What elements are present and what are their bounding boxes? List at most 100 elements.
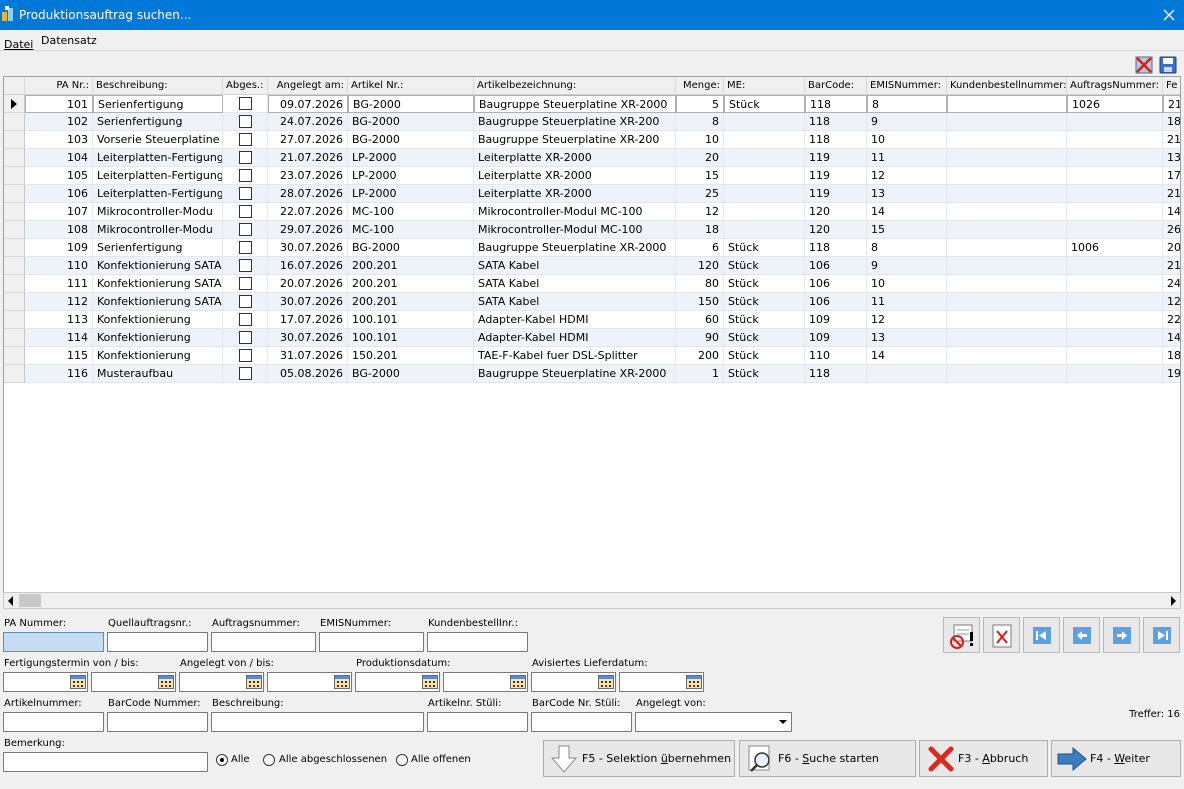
table-row[interactable]: 111 Konfektionierung SATA 20.07.2026 200.20… bbox=[4, 275, 1180, 293]
calendar-icon[interactable] bbox=[158, 675, 174, 689]
col-kundenbestellnummer[interactable]: Kundenbestellnummer: bbox=[947, 77, 1067, 95]
barcode-nummer-input[interactable] bbox=[107, 712, 208, 732]
calendar-icon[interactable] bbox=[598, 675, 614, 689]
abges-checkbox[interactable] bbox=[239, 115, 252, 128]
scroll-right-icon[interactable] bbox=[1171, 596, 1176, 606]
calendar-icon[interactable] bbox=[334, 675, 350, 689]
calendar-icon[interactable] bbox=[422, 675, 438, 689]
table-row[interactable]: 112 Konfektionierung SATA 30.07.2026 200.20… bbox=[4, 293, 1180, 311]
calendar-icon[interactable] bbox=[510, 675, 526, 689]
bemerkung-input[interactable] bbox=[3, 752, 208, 772]
menu-record[interactable]: Datensatz bbox=[41, 34, 97, 47]
cell-chk[interactable] bbox=[223, 275, 268, 293]
results-grid[interactable]: PA Nr.: Beschreibung: Abges.: Angelegt a… bbox=[3, 76, 1181, 609]
table-row[interactable]: 115 Konfektionierung 31.07.2026 150.201 TAE-… bbox=[4, 347, 1180, 365]
abges-checkbox[interactable] bbox=[239, 259, 252, 272]
row-header[interactable] bbox=[4, 113, 25, 131]
abges-checkbox[interactable] bbox=[239, 151, 252, 164]
cell-chk[interactable] bbox=[223, 149, 268, 167]
abges-checkbox[interactable] bbox=[239, 187, 252, 200]
col-artikelbezeichnung[interactable]: Artikelbezeichnung: bbox=[474, 77, 676, 95]
abges-checkbox[interactable] bbox=[239, 241, 252, 254]
row-header[interactable] bbox=[4, 203, 25, 221]
abges-checkbox[interactable] bbox=[239, 205, 252, 218]
apply-selection-button[interactable]: F5 - Selektion übernehmen bbox=[543, 740, 735, 777]
row-header[interactable] bbox=[4, 311, 25, 329]
artikelnummer-input[interactable] bbox=[3, 712, 104, 732]
abges-checkbox[interactable] bbox=[239, 367, 252, 380]
table-row[interactable]: 103 Vorserie Steuerplatine 27.07.2026 BG-20… bbox=[4, 131, 1180, 149]
row-header[interactable] bbox=[4, 131, 25, 149]
row-header[interactable] bbox=[4, 167, 25, 185]
cell-chk[interactable] bbox=[223, 203, 268, 221]
row-header[interactable] bbox=[4, 185, 25, 203]
table-row[interactable]: 107 Mikrocontroller-Modu 22.07.2026 MC-100 M… bbox=[4, 203, 1180, 221]
cell-chk[interactable] bbox=[223, 131, 268, 149]
cell-chk[interactable] bbox=[223, 257, 268, 275]
scroll-thumb[interactable] bbox=[19, 594, 41, 607]
table-row[interactable]: 110 Konfektionierung SATA 16.07.2026 200.20… bbox=[4, 257, 1180, 275]
kundenbestell-input[interactable] bbox=[427, 632, 528, 652]
close-icon[interactable] bbox=[1154, 0, 1184, 30]
row-header[interactable] bbox=[4, 257, 25, 275]
abges-checkbox[interactable] bbox=[239, 313, 252, 326]
cell-chk[interactable] bbox=[223, 365, 268, 383]
next-record-button[interactable] bbox=[1103, 617, 1140, 653]
previous-record-button[interactable] bbox=[1063, 617, 1100, 653]
cell-chk[interactable] bbox=[223, 311, 268, 329]
abges-checkbox[interactable] bbox=[239, 169, 252, 182]
table-row[interactable]: 104 Leiterplatten-Fertigung 21.07.2026 LP-2… bbox=[4, 149, 1180, 167]
row-header[interactable] bbox=[4, 95, 25, 113]
col-menge[interactable]: Menge: bbox=[676, 77, 724, 95]
col-artikel-nr[interactable]: Artikel Nr.: bbox=[348, 77, 474, 95]
emisnummer-input[interactable] bbox=[319, 632, 424, 652]
angelegt-von-select[interactable] bbox=[635, 712, 792, 732]
abges-checkbox[interactable] bbox=[239, 349, 252, 362]
cell-chk[interactable] bbox=[223, 329, 268, 347]
auftragsnummer-input[interactable] bbox=[211, 632, 316, 652]
clear-filter-button[interactable] bbox=[943, 617, 980, 653]
quellauftrag-input[interactable] bbox=[107, 632, 208, 652]
delete-record-icon[interactable] bbox=[1135, 56, 1153, 74]
abges-checkbox[interactable] bbox=[239, 331, 252, 344]
table-row[interactable]: 116 Musteraufbau 05.08.2026 BG-2000 Baugrupp… bbox=[4, 365, 1180, 383]
cell-chk[interactable] bbox=[223, 293, 268, 311]
cell-chk[interactable] bbox=[223, 185, 268, 203]
col-barcode[interactable]: BarCode: bbox=[805, 77, 867, 95]
table-row[interactable]: 101 Serienfertigung 09.07.2026 BG-2000 Baugr… bbox=[4, 95, 1180, 113]
row-header[interactable] bbox=[4, 347, 25, 365]
table-row[interactable]: 108 Mikrocontroller-Modu 29.07.2026 MC-100 M… bbox=[4, 221, 1180, 239]
row-header[interactable] bbox=[4, 329, 25, 347]
row-header[interactable] bbox=[4, 239, 25, 257]
chevron-down-icon[interactable] bbox=[775, 713, 791, 731]
row-header[interactable] bbox=[4, 365, 25, 383]
table-row[interactable]: 105 Leiterplatten-Fertigung 23.07.2026 LP-2… bbox=[4, 167, 1180, 185]
artikelnr-stueli-input[interactable] bbox=[427, 712, 528, 732]
horizontal-scrollbar[interactable] bbox=[3, 592, 1181, 609]
row-header[interactable] bbox=[4, 275, 25, 293]
row-header[interactable] bbox=[4, 221, 25, 239]
table-row[interactable]: 106 Leiterplatten-Fertigung 28.07.2026 LP-2… bbox=[4, 185, 1180, 203]
calendar-icon[interactable] bbox=[686, 675, 702, 689]
last-record-button[interactable] bbox=[1143, 617, 1180, 653]
barcode-stueli-input[interactable] bbox=[531, 712, 632, 732]
abges-checkbox[interactable] bbox=[239, 277, 252, 290]
calendar-icon[interactable] bbox=[246, 675, 262, 689]
row-header[interactable] bbox=[4, 149, 25, 167]
table-row[interactable]: 114 Konfektionierung 30.07.2026 100.101 Adap… bbox=[4, 329, 1180, 347]
delete-filter-button[interactable] bbox=[983, 617, 1020, 653]
table-row[interactable]: 102 Serienfertigung 24.07.2026 BG-2000 Baugr… bbox=[4, 113, 1180, 131]
col-me[interactable]: ME: bbox=[724, 77, 805, 95]
cell-chk[interactable] bbox=[223, 95, 268, 113]
scroll-left-icon[interactable] bbox=[8, 596, 13, 606]
next-button[interactable]: F4 - Weiter bbox=[1051, 740, 1181, 777]
first-record-button[interactable] bbox=[1023, 617, 1060, 653]
row-header[interactable] bbox=[4, 293, 25, 311]
col-pa-nr[interactable]: PA Nr.: bbox=[25, 77, 93, 95]
table-row[interactable]: 109 Serienfertigung 30.07.2026 BG-2000 Baugr… bbox=[4, 239, 1180, 257]
start-search-button[interactable]: F6 - Suche starten bbox=[739, 740, 916, 777]
cell-chk[interactable] bbox=[223, 221, 268, 239]
col-auftragsnummer[interactable]: AuftragsNummer: bbox=[1067, 77, 1163, 95]
cell-chk[interactable] bbox=[223, 347, 268, 365]
col-emisnummer[interactable]: EMISNummer: bbox=[867, 77, 947, 95]
